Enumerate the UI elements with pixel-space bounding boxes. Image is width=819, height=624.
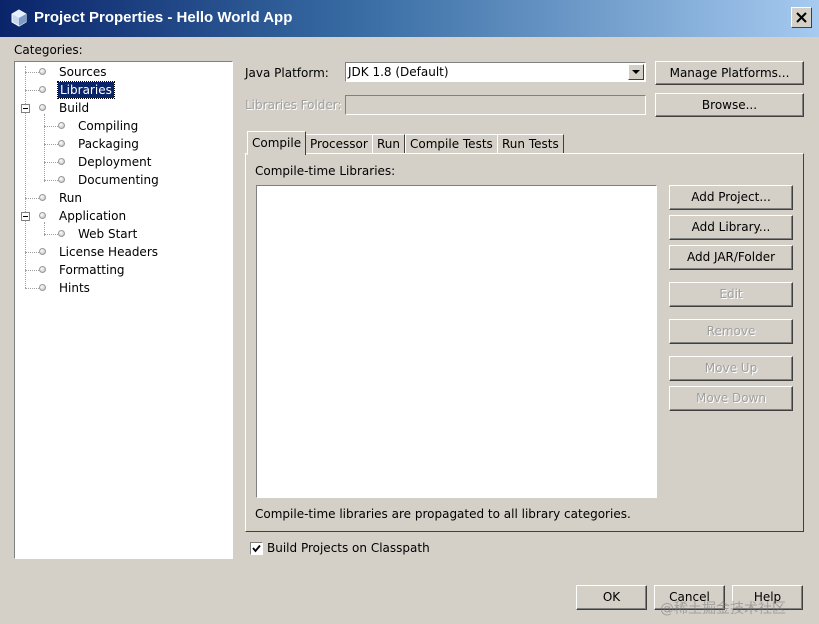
tree-line <box>25 198 39 199</box>
tree-line <box>44 144 58 145</box>
close-icon <box>796 12 807 23</box>
tree-item-label: Deployment <box>78 155 152 169</box>
tree-line <box>25 66 26 288</box>
tree-line <box>25 90 39 91</box>
java-cup-icon <box>11 9 27 27</box>
categories-label: Categories: <box>14 43 83 57</box>
dropdown-button[interactable] <box>628 64 644 80</box>
close-button[interactable] <box>791 7 812 28</box>
chevron-down-icon <box>632 70 640 74</box>
project-properties-dialog: Project Properties - Hello World App Cat… <box>0 0 819 624</box>
libraries-folder-field <box>345 95 646 115</box>
tree-item-label: Run <box>59 191 83 205</box>
tree-item-label: Documenting <box>78 173 159 187</box>
add-project-button[interactable]: Add Project... <box>669 185 793 210</box>
tree-item-label: Sources <box>59 65 107 79</box>
node-icon <box>58 158 65 165</box>
tree-line <box>25 252 39 253</box>
browse-button[interactable]: Browse... <box>655 93 804 117</box>
tree-item-label: Packaging <box>78 137 139 151</box>
node-icon <box>58 176 65 183</box>
ok-button[interactable]: OK <box>576 585 647 610</box>
node-icon <box>39 284 46 291</box>
libraries-folder-label: Libraries Folder: <box>245 98 342 112</box>
tree-line <box>44 180 58 181</box>
tab-processor[interactable]: Processor <box>305 134 373 154</box>
java-platform-select[interactable]: JDK 1.8 (Default) <box>345 62 646 82</box>
tree-line <box>44 126 58 127</box>
node-icon <box>39 104 46 111</box>
tree-item-label: Compiling <box>78 119 139 133</box>
compile-libraries-label: Compile-time Libraries: <box>255 164 396 178</box>
tree-item-label: License Headers <box>59 245 158 259</box>
node-icon <box>58 122 65 129</box>
move-up-button[interactable]: Move Up <box>669 356 793 381</box>
build-on-classpath-checkbox[interactable] <box>250 542 263 555</box>
tree-line <box>44 234 58 235</box>
node-icon <box>58 140 65 147</box>
checkmark-icon <box>252 544 261 553</box>
tree-item-label: Formatting <box>59 263 125 277</box>
edit-button[interactable]: Edit <box>669 282 793 307</box>
build-on-classpath-label: Build Projects on Classpath <box>267 541 430 555</box>
categories-tree[interactable]: Sources Libraries Build Compiling Packag… <box>14 61 233 559</box>
title-bar[interactable]: Project Properties - Hello World App <box>0 0 819 37</box>
window-title: Project Properties - Hello World App <box>34 9 293 26</box>
java-platform-label: Java Platform: <box>245 66 329 80</box>
node-icon <box>39 86 46 93</box>
tree-item-label: Web Start <box>78 227 138 241</box>
tree-line <box>25 288 39 289</box>
tree-line <box>25 270 39 271</box>
collapse-icon[interactable] <box>21 212 30 221</box>
compile-libraries-list[interactable] <box>256 185 657 498</box>
node-icon <box>39 68 46 75</box>
tab-run[interactable]: Run <box>372 134 406 154</box>
collapse-icon[interactable] <box>21 104 30 113</box>
compile-note: Compile-time libraries are propagated to… <box>255 507 631 521</box>
watermark: @稀土掘金技术社区 <box>660 601 786 617</box>
tree-item-label: Application <box>59 209 127 223</box>
add-library-button[interactable]: Add Library... <box>669 215 793 240</box>
node-icon <box>39 212 46 219</box>
tab-run-tests[interactable]: Run Tests <box>497 134 564 154</box>
tab-compile-tests[interactable]: Compile Tests <box>405 134 498 154</box>
manage-platforms-button[interactable]: Manage Platforms... <box>655 61 804 85</box>
add-jar-folder-button[interactable]: Add JAR/Folder <box>669 245 793 270</box>
tree-line <box>44 114 45 182</box>
tree-line <box>44 162 58 163</box>
tree-item-label: Libraries <box>57 81 115 99</box>
tree-item-label: Build <box>59 101 90 115</box>
remove-button[interactable]: Remove <box>669 319 793 344</box>
node-icon <box>58 230 65 237</box>
node-icon <box>39 194 46 201</box>
tree-line <box>25 72 39 73</box>
move-down-button[interactable]: Move Down <box>669 386 793 411</box>
tree-item-label: Hints <box>59 281 90 295</box>
java-platform-value: JDK 1.8 (Default) <box>348 65 449 79</box>
node-icon <box>39 248 46 255</box>
node-icon <box>39 266 46 273</box>
tab-compile[interactable]: Compile <box>247 131 307 155</box>
